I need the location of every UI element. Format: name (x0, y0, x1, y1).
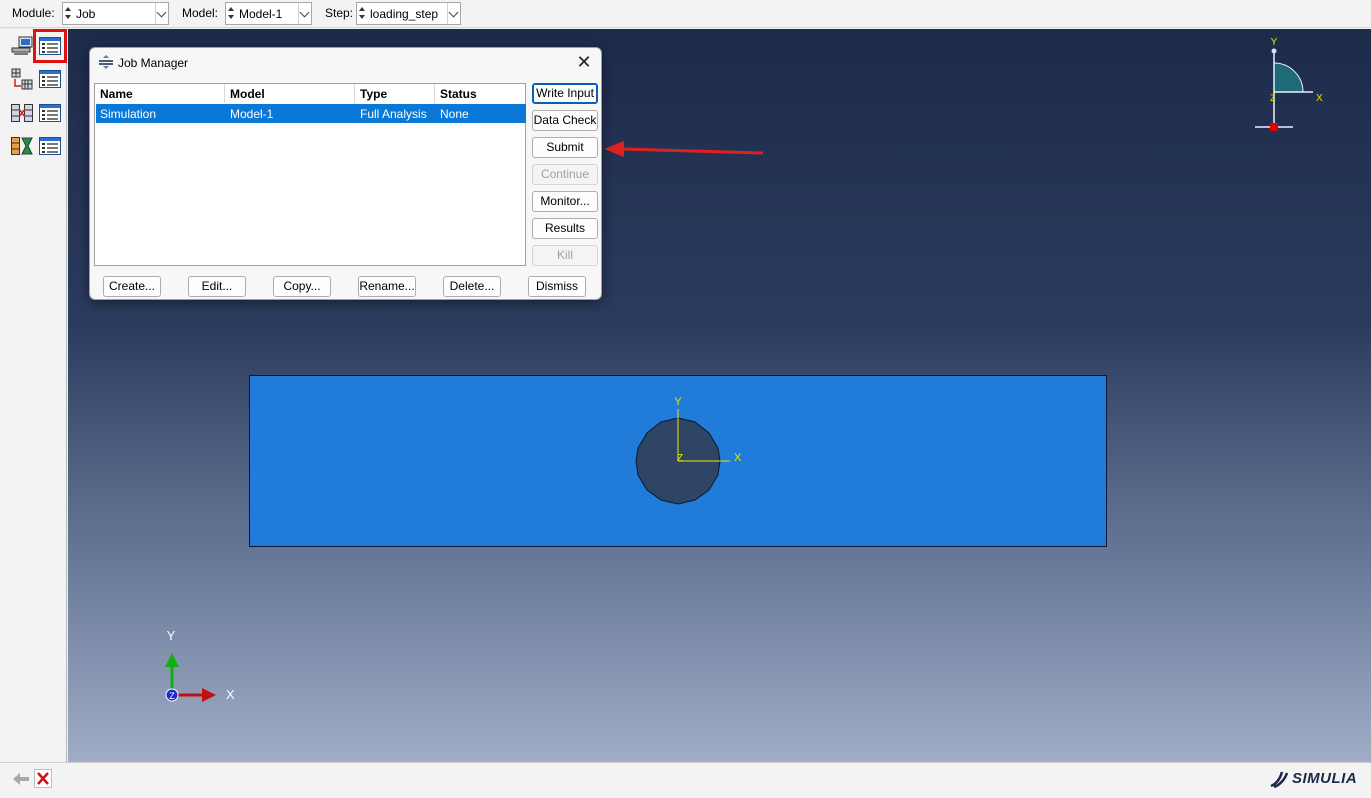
table-row[interactable]: Simulation Model-1 Full Analysis None (96, 104, 526, 123)
view-cube-y-knob[interactable] (1271, 48, 1277, 54)
results-button[interactable]: Results (532, 218, 598, 239)
job-manager-title-icon (98, 55, 114, 72)
cell-model: Model-1 (230, 107, 274, 121)
triad-y-arrow (165, 653, 179, 667)
continue-button[interactable]: Continue (532, 164, 598, 185)
monitor-button[interactable]: Monitor... (532, 191, 598, 212)
job-manager-icon[interactable] (33, 29, 67, 63)
triad-x-label: X (226, 687, 235, 702)
dialog-title: Job Manager (118, 56, 189, 70)
adaptivity-manager-icon[interactable] (38, 67, 62, 91)
rename-button[interactable]: Rename... (358, 276, 416, 297)
module-value: Job (76, 7, 96, 21)
copy-button[interactable]: Copy... (273, 276, 331, 297)
step-combo[interactable]: loading_step (356, 2, 461, 25)
csys-x-label: X (734, 452, 742, 464)
cancel-icon[interactable] (34, 769, 52, 788)
coexecution-create-icon[interactable] (10, 101, 34, 125)
module-label: Module: (12, 6, 55, 20)
column-header-model[interactable]: Model (225, 84, 355, 103)
chevron-down-icon[interactable] (298, 3, 311, 24)
view-cube-x-label: X (1316, 93, 1323, 104)
step-label: Step: (325, 6, 354, 20)
view-cube-quadrant[interactable] (1273, 62, 1304, 93)
annotation-arrow (623, 147, 764, 155)
table-header: Name Model Type Status (95, 84, 525, 103)
adaptivity-create-icon[interactable] (10, 67, 34, 91)
triad-y-label: Y (167, 628, 176, 643)
create-button[interactable]: Create... (103, 276, 161, 297)
ds-logo-icon (1268, 769, 1290, 793)
spin-arrows-icon[interactable] (64, 4, 73, 23)
triad-x-arrow (202, 688, 216, 702)
delete-button[interactable]: Delete... (443, 276, 501, 297)
edit-button[interactable]: Edit... (188, 276, 246, 297)
view-cube-z-label: Z (1270, 93, 1276, 103)
close-icon[interactable]: ✕ (573, 51, 595, 73)
chevron-down-icon[interactable] (447, 3, 460, 24)
kill-button[interactable]: Kill (532, 245, 598, 266)
csys-z-label: Z (677, 453, 683, 464)
job-manager-dialog: Job Manager ✕ Name Model Type Status Sim… (89, 47, 602, 300)
column-header-status[interactable]: Status (435, 84, 525, 103)
model-value: Model-1 (239, 7, 283, 21)
brand-text: SIMULIA (1292, 770, 1358, 787)
simulia-logo: SIMULIA (1268, 770, 1368, 792)
cell-type: Full Analysis (360, 107, 427, 121)
view-cube-origin[interactable] (1270, 123, 1278, 131)
submit-button[interactable]: Submit (532, 137, 598, 158)
annotation-arrowhead (604, 141, 624, 157)
column-header-type[interactable]: Type (355, 84, 435, 103)
triad-z-label: Z (169, 691, 175, 701)
job-create-icon[interactable] (10, 34, 34, 58)
module-combo[interactable]: Job (62, 2, 169, 25)
column-header-name[interactable]: Name (95, 84, 225, 103)
csys-y-label: Y (674, 396, 682, 408)
job-table[interactable]: Name Model Type Status Simulation Model-… (94, 83, 526, 266)
cell-status: None (440, 107, 469, 121)
optimization-create-icon[interactable] (10, 134, 34, 158)
write-input-button[interactable]: Write Input (532, 83, 598, 104)
coexecution-manager-icon[interactable] (38, 101, 62, 125)
data-check-button[interactable]: Data Check (532, 110, 598, 131)
back-arrow-icon[interactable] (12, 771, 30, 790)
optimization-manager-icon[interactable] (38, 134, 62, 158)
dismiss-button[interactable]: Dismiss (528, 276, 586, 297)
context-bar: Module: Job Model: Model-1 Step: loading… (0, 0, 1371, 28)
step-value: loading_step (370, 7, 439, 21)
model-combo[interactable]: Model-1 (225, 2, 312, 25)
toolbox (0, 29, 67, 762)
view-cube-y-label: Y (1271, 37, 1278, 48)
prompt-bar: SIMULIA (0, 762, 1371, 798)
spin-arrows-icon[interactable] (358, 4, 367, 23)
model-label: Model: (182, 6, 219, 20)
cell-name: Simulation (100, 107, 157, 121)
spin-arrows-icon[interactable] (227, 4, 236, 23)
chevron-down-icon[interactable] (155, 3, 168, 24)
